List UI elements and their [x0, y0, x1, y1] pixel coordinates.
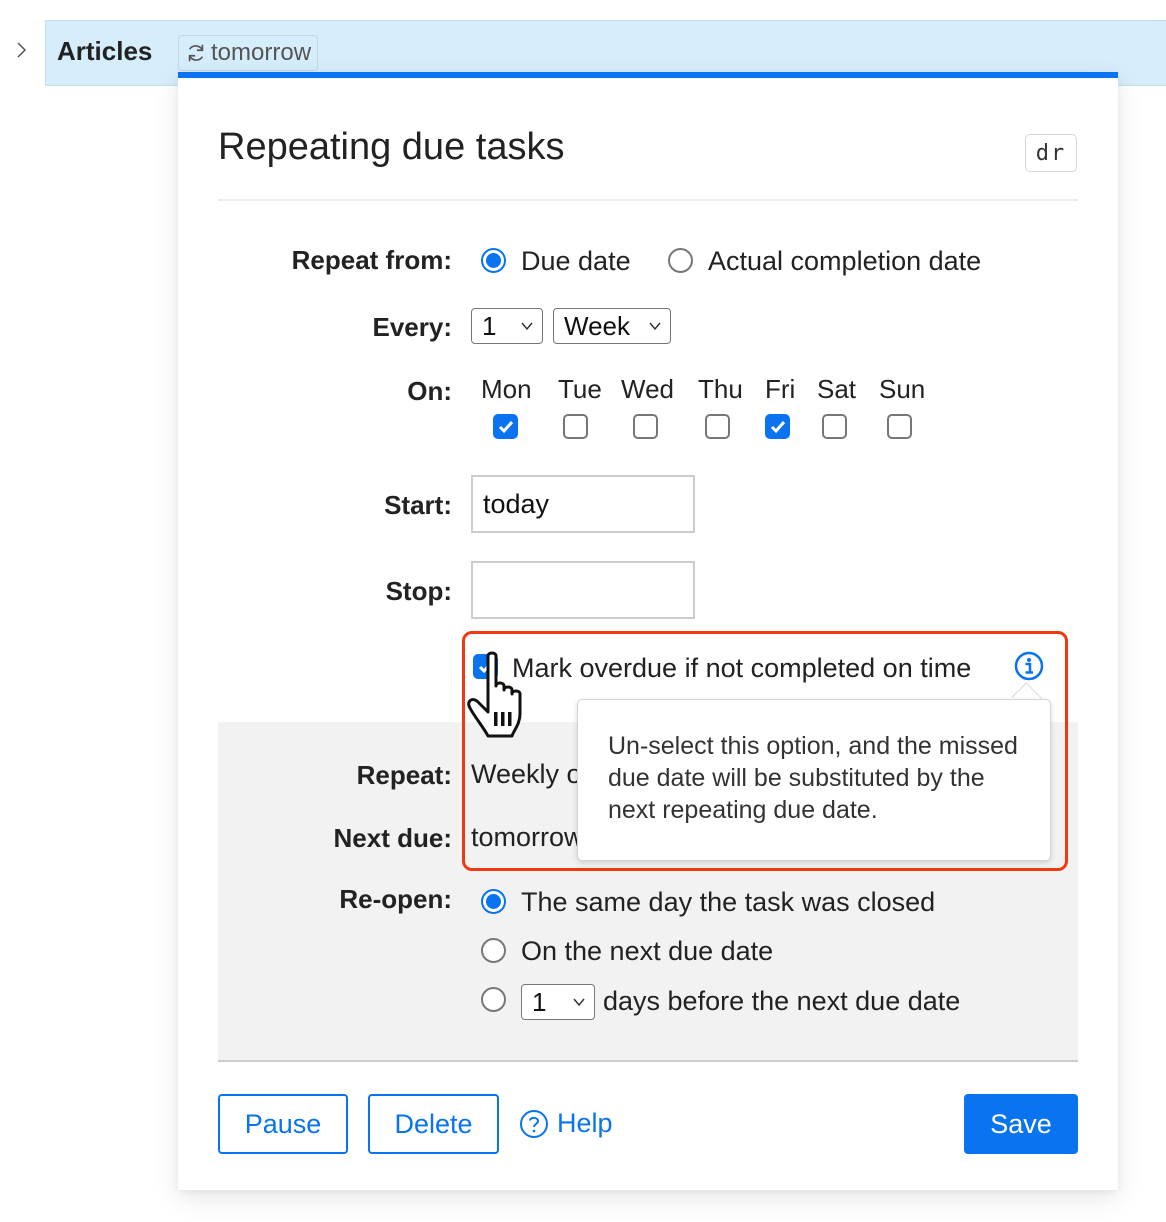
next-due-label: Next due:: [333, 823, 452, 853]
start-input-value: today: [483, 488, 550, 519]
checkmark-icon: [498, 421, 514, 434]
reopen-next-due-radio[interactable]: [481, 938, 506, 963]
day-label-mon: Mon: [481, 374, 532, 404]
repeat-icon: [188, 44, 204, 62]
day-checkbox-wed[interactable]: [633, 414, 658, 439]
delete-button[interactable]: Delete: [368, 1094, 499, 1154]
day-label-wed: Wed: [621, 374, 674, 404]
every-count-select[interactable]: 1: [471, 308, 543, 344]
hand-pointer-cursor-icon: [467, 651, 522, 738]
repeat-summary-label: Repeat:: [356, 760, 452, 790]
reopen-next-due-label[interactable]: On the next due date: [521, 936, 773, 967]
help-link[interactable]: Help: [519, 1108, 613, 1139]
question-circle-icon: [520, 1109, 548, 1138]
start-label: Start:: [384, 490, 452, 520]
repeat-from-due-date-radio[interactable]: [481, 248, 506, 273]
day-label-sat: Sat: [817, 374, 857, 404]
on-label: On:: [407, 376, 452, 406]
every-unit-value: Week: [564, 310, 630, 341]
save-button[interactable]: Save: [964, 1094, 1078, 1154]
dialog-title: Repeating due tasks: [218, 126, 565, 168]
every-unit-select[interactable]: Week: [553, 308, 671, 344]
repeating-due-dialog: Repeating due tasks dr Repeat from: Due …: [178, 72, 1118, 1190]
every-label: Every:: [372, 312, 453, 342]
chevron-right-icon[interactable]: [14, 40, 30, 60]
chevron-down-icon: [521, 322, 533, 331]
reopen-days-before-label[interactable]: days before the next due date: [603, 986, 960, 1017]
day-checkbox-fri[interactable]: [765, 414, 790, 439]
start-input[interactable]: today: [471, 475, 695, 533]
reopen-days-select[interactable]: 1: [521, 984, 595, 1020]
stop-input[interactable]: [471, 561, 695, 619]
shortcut-badge: dr: [1025, 134, 1077, 172]
task-title[interactable]: Articles: [57, 36, 152, 67]
repeat-from-due-date-label[interactable]: Due date: [521, 246, 631, 277]
day-label-fri: Fri: [765, 374, 796, 404]
day-checkbox-thu[interactable]: [705, 414, 730, 439]
every-count-value: 1: [482, 310, 497, 341]
day-label-tue: Tue: [558, 374, 602, 404]
info-icon[interactable]: [1013, 650, 1045, 682]
day-label-thu: Thu: [698, 374, 743, 404]
due-chip[interactable]: tomorrow: [178, 35, 319, 71]
day-checkbox-sat[interactable]: [822, 414, 847, 439]
day-checkbox-mon[interactable]: [493, 414, 518, 439]
repeat-from-completion-radio[interactable]: [668, 248, 693, 273]
reopen-days-before-radio[interactable]: [481, 987, 506, 1012]
title-divider: [218, 199, 1078, 201]
day-label-sun: Sun: [879, 374, 926, 404]
help-label: Help: [557, 1108, 613, 1138]
reopen-same-day-radio[interactable]: [481, 889, 506, 914]
due-chip-label: tomorrow: [211, 39, 312, 66]
chevron-down-icon: [573, 998, 585, 1007]
reopen-days-value: 1: [532, 986, 547, 1017]
stop-label: Stop:: [385, 576, 452, 606]
repeat-from-completion-label[interactable]: Actual completion date: [708, 246, 981, 277]
day-checkbox-tue[interactable]: [563, 414, 588, 439]
mark-overdue-label[interactable]: Mark overdue if not completed on time: [512, 653, 971, 684]
repeat-from-label: Repeat from:: [291, 245, 452, 275]
chevron-down-icon: [649, 322, 661, 331]
pause-button[interactable]: Pause: [218, 1094, 348, 1154]
checkmark-icon: [770, 421, 786, 434]
reopen-same-day-label[interactable]: The same day the task was closed: [521, 887, 935, 918]
day-checkbox-sun[interactable]: [887, 414, 912, 439]
reopen-label: Re-open:: [339, 884, 452, 914]
